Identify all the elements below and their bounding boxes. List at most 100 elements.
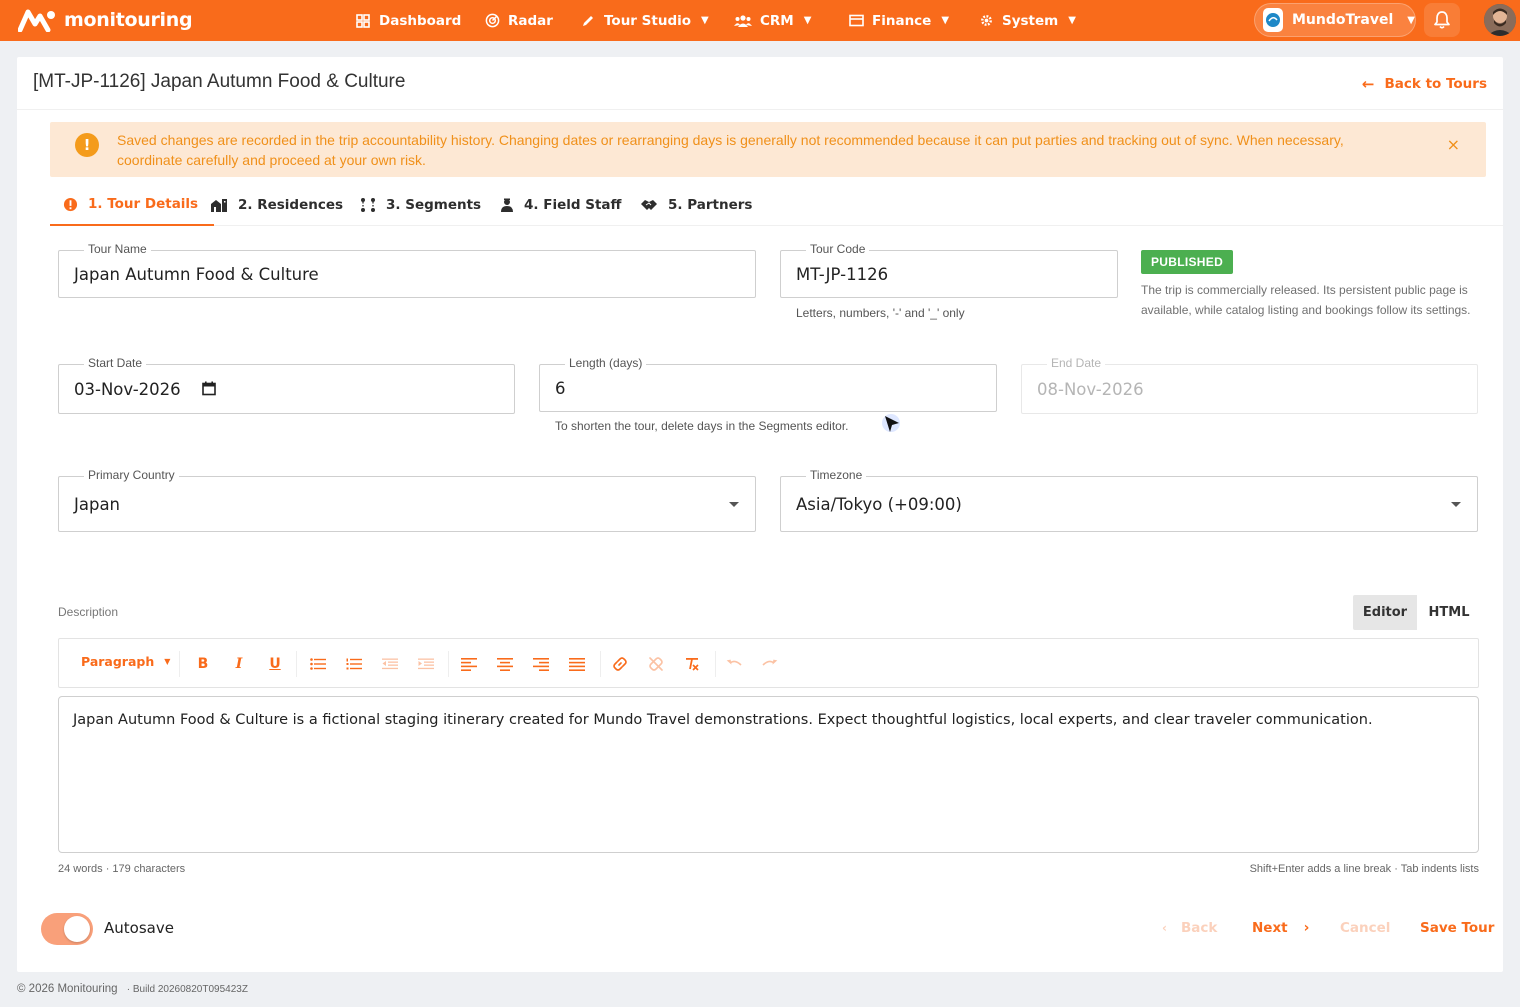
outdent-button[interactable] [379,653,401,675]
toolbar-divider [179,651,180,677]
cancel-button[interactable]: Cancel [1340,920,1390,936]
pen-icon [580,13,596,29]
nav-crm[interactable]: CRM ▼ [734,0,811,41]
route-icon [360,197,376,213]
user-avatar[interactable] [1484,4,1516,36]
start-date-field[interactable]: Start Date 03-Nov-2026 [58,356,515,414]
build-info: · Build 20260820T095423Z [126,984,248,995]
organization-switcher[interactable]: MundoTravel ▼ [1254,3,1416,37]
word-count: 24 words · 179 characters [58,863,186,875]
paragraph-style-dropdown[interactable]: Paragraph ▼ [81,654,170,669]
length-days-label: Length (days) [565,356,647,370]
gear-icon [978,13,994,29]
organization-name: MundoTravel [1292,12,1394,28]
nav-finance[interactable]: Finance ▼ [848,0,949,41]
copyright-text: © 2026 Monitouring [17,983,118,995]
editor-hint: Shift+Enter adds a line break · Tab inde… [1249,863,1479,875]
primary-country-select[interactable]: Primary Country Japan [58,468,756,532]
chevron-down-icon: ▼ [701,15,709,26]
radar-icon [484,13,500,29]
html-mode-button[interactable]: HTML [1417,595,1481,630]
italic-icon: I [235,656,243,672]
insert-link-button[interactable] [609,653,631,675]
status-description: The trip is commercially released. Its p… [1141,283,1471,317]
autosave-toggle[interactable] [41,913,93,945]
link-icon [613,657,627,671]
nav-finance-label: Finance [872,12,932,29]
mouse-cursor-icon [882,414,902,440]
tab-segments-label: 3. Segments [386,197,482,213]
bold-button[interactable]: B [192,653,214,675]
wallet-icon [848,13,864,29]
next-button[interactable]: Next › [1252,920,1309,936]
length-days-helper: To shorten the tour, delete days in the … [555,419,849,433]
dropdown-arrow-icon [729,502,739,507]
tab-field-staff[interactable]: 4. Field Staff [500,184,621,226]
underline-button[interactable]: U [264,653,286,675]
tab-residences[interactable]: 2. Residences [210,184,343,226]
underline-icon: U [269,656,281,672]
align-right-button[interactable] [530,653,552,675]
chevron-down-icon: ▼ [803,15,812,26]
description-editor[interactable]: Japan Autumn Food & Culture is a fiction… [58,696,1479,853]
chevron-down-icon: ▼ [941,15,950,26]
save-tour-button[interactable]: Save Tour [1420,920,1494,936]
tour-code-field[interactable]: Tour Code MT-JP-1126 [780,242,1118,298]
undo-button[interactable] [723,653,745,675]
back-button[interactable]: ‹ Back [1162,920,1217,936]
nav-radar[interactable]: Radar [484,0,553,41]
autosave-label: Autosave [104,919,174,937]
length-days-value: 6 [555,379,566,398]
tab-field-staff-label: 4. Field Staff [524,197,622,213]
timezone-value: Asia/Tokyo (+09:00) [796,495,962,514]
align-left-icon [461,657,477,671]
nav-dashboard[interactable]: Dashboard [355,0,461,41]
description-label: Description [58,605,119,619]
calendar-icon[interactable] [202,381,216,400]
clear-formatting-button[interactable] [681,653,703,675]
redo-button[interactable] [759,653,781,675]
tour-code-label: Tour Code [806,242,870,256]
align-left-button[interactable] [458,653,480,675]
end-date-value: 08-Nov-2026 [1037,380,1144,399]
toolbar-divider [296,651,297,677]
tour-code-value: MT-JP-1126 [796,265,889,284]
tour-name-value: Japan Autumn Food & Culture [74,265,319,284]
page-title: [MT-JP-1126] Japan Autumn Food & Culture [33,71,406,92]
end-date-field: End Date 08-Nov-2026 [1021,356,1478,414]
tab-tour-details-label: 1. Tour Details [88,196,199,212]
top-navigation-bar: monitouring Dashboard Radar Tour Studio … [0,0,1520,41]
nav-system[interactable]: System ▼ [978,0,1076,41]
indent-icon [418,658,434,670]
people-icon [734,13,752,29]
close-icon[interactable]: × [1447,135,1460,154]
arrow-left-icon: ← [1361,75,1375,93]
numbered-list-button[interactable] [343,653,365,675]
tour-editor-card: [MT-JP-1126] Japan Autumn Food & Culture… [17,57,1503,972]
remove-link-button[interactable] [645,653,667,675]
chevron-down-icon: ▼ [1068,15,1076,26]
divider [17,109,1503,110]
tab-tour-details[interactable]: 1. Tour Details [50,184,215,226]
primary-country-value: Japan [74,495,121,514]
bullet-list-button[interactable] [307,653,329,675]
nav-tour-studio[interactable]: Tour Studio ▼ [580,0,709,41]
tab-partners[interactable]: 5. Partners [640,184,752,226]
back-to-tours-label: Back to Tours [1384,76,1487,92]
chevron-down-icon: ▼ [164,657,171,666]
align-justify-button[interactable] [566,653,588,675]
back-to-tours-link[interactable]: ← Back to Tours [1362,75,1487,93]
indent-button[interactable] [415,653,437,675]
italic-button[interactable]: I [228,653,250,675]
editor-mode-button[interactable]: Editor [1353,595,1417,630]
timezone-select[interactable]: Timezone Asia/Tokyo (+09:00) [780,468,1478,532]
back-button-label: Back [1180,920,1218,936]
app-logo[interactable]: monitouring [18,6,193,34]
align-center-button[interactable] [494,653,516,675]
tab-segments[interactable]: 3. Segments [360,184,481,226]
bullet-list-icon [310,658,326,670]
toolbar-divider [448,651,449,677]
notifications-button[interactable] [1424,3,1460,37]
length-days-field[interactable]: Length (days) 6 [539,356,997,412]
tour-name-field[interactable]: Tour Name Japan Autumn Food & Culture [58,242,756,298]
